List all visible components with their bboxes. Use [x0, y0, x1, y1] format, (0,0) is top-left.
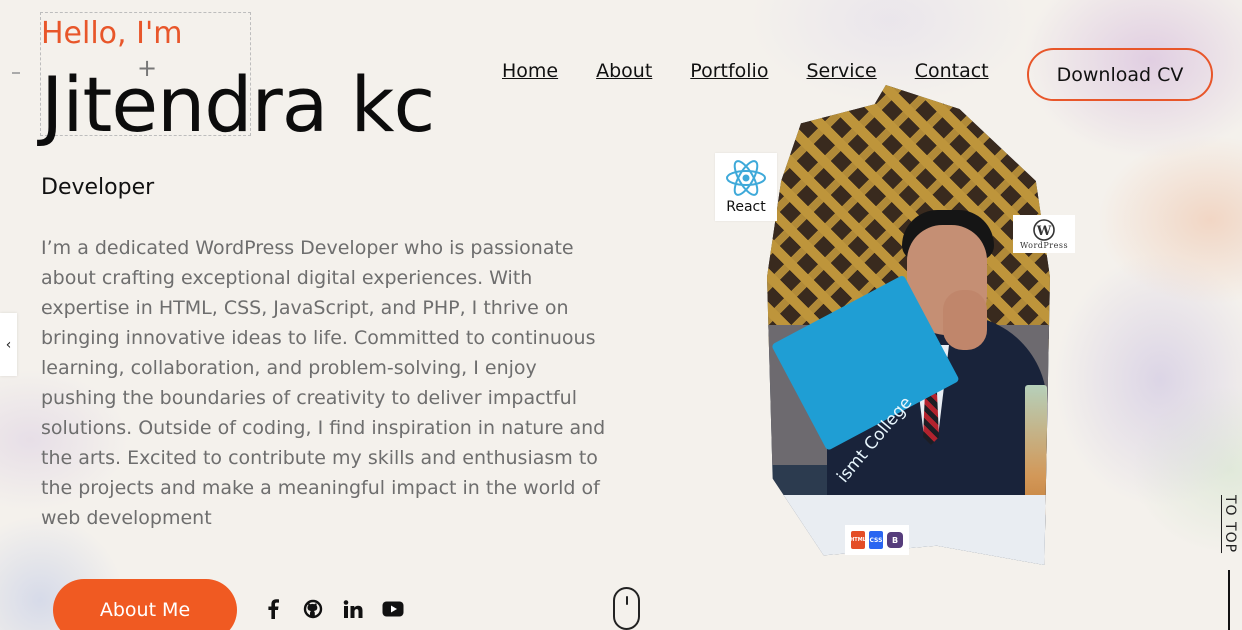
github-icon[interactable]	[302, 598, 324, 620]
bootstrap-icon-label: B	[891, 535, 899, 545]
hero-bio: I’m a dedicated WordPress Developer who …	[41, 237, 606, 529]
prev-slide-button[interactable]: ‹	[0, 313, 17, 376]
hero-greeting: Hello, I'm	[41, 16, 183, 51]
facebook-icon[interactable]	[262, 598, 284, 620]
nav-portfolio[interactable]: Portfolio	[690, 60, 768, 82]
css3-icon: CSS	[869, 531, 883, 549]
to-top-link[interactable]: TO TOP	[1216, 495, 1238, 553]
react-badge-label: React	[726, 199, 766, 215]
nav-contact[interactable]: Contact	[915, 60, 989, 82]
react-badge: React	[715, 153, 777, 221]
tech-stack-badge: HTML CSS B	[845, 525, 909, 555]
wordpress-badge: W WordPress	[1013, 215, 1075, 253]
bootstrap-icon: B	[887, 532, 903, 548]
decorative-dash	[12, 72, 20, 74]
youtube-icon[interactable]	[382, 598, 404, 620]
plus-icon: +	[137, 54, 158, 82]
react-icon	[726, 160, 766, 196]
download-cv-button[interactable]: Download CV	[1027, 48, 1213, 101]
hero-role: Developer	[41, 175, 155, 200]
main-nav: Home About Portfolio Service Contact	[502, 60, 989, 82]
hero-name: Jitendra kc	[41, 60, 435, 149]
to-top-line	[1228, 570, 1230, 630]
html5-icon: HTML	[850, 531, 866, 549]
linkedin-icon[interactable]	[342, 598, 364, 620]
css3-icon-label: CSS	[869, 536, 883, 544]
nav-about[interactable]: About	[596, 60, 652, 82]
nav-home[interactable]: Home	[502, 60, 558, 82]
svg-text:W: W	[1036, 224, 1052, 239]
scroll-mouse-icon[interactable]	[613, 587, 640, 630]
about-me-button[interactable]: About Me	[53, 579, 237, 630]
photo-hand	[943, 290, 987, 350]
wordpress-badge-label: WordPress	[1019, 240, 1069, 250]
wordpress-icon: W	[1033, 218, 1055, 241]
nav-service[interactable]: Service	[806, 60, 876, 82]
social-links	[262, 598, 404, 620]
profile-photo: ismt College	[767, 85, 1050, 565]
html5-icon-label: HTML	[850, 537, 866, 543]
